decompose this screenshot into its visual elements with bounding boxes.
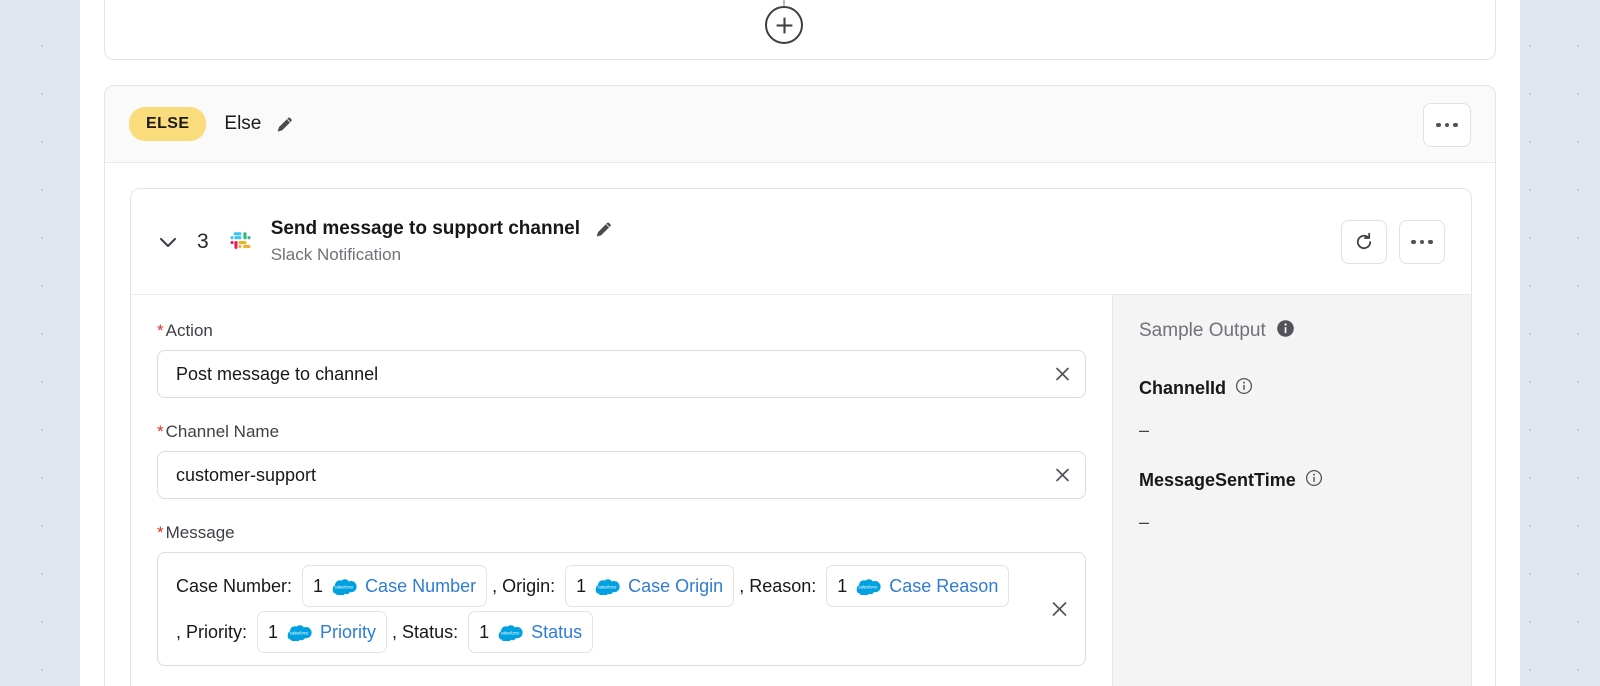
action-header-buttons	[1341, 220, 1445, 264]
field-message: *Message Case Number: 1 salesforce Case Nu…	[157, 523, 1086, 666]
pencil-icon[interactable]	[594, 219, 614, 239]
info-icon[interactable]	[1276, 319, 1295, 343]
refresh-button[interactable]	[1341, 220, 1387, 264]
else-branch-card: ELSE Else	[104, 85, 1496, 686]
message-static-text: , Priority:	[176, 617, 252, 647]
add-step-button[interactable]	[765, 6, 803, 44]
action-select-input[interactable]: Post message to channel	[157, 350, 1086, 398]
else-branch-header: ELSE Else	[105, 86, 1495, 163]
field-label-action: *Action	[157, 321, 1086, 341]
token-field-name: Priority	[320, 617, 376, 647]
salesforce-icon: salesforce	[331, 578, 357, 595]
output-field-channelid: ChannelId –	[1139, 377, 1445, 441]
action-body: *Action Post message to channel	[131, 295, 1471, 686]
else-branch-label: Else	[224, 113, 261, 135]
output-field-messagesenttime: MessageSentTime –	[1139, 469, 1445, 533]
channel-name-value: customer-support	[176, 465, 316, 486]
action-select-value: Post message to channel	[176, 364, 378, 385]
svg-text:salesforce: salesforce	[598, 584, 617, 589]
token-step-number: 1	[313, 571, 323, 601]
message-token-pill[interactable]: 1 salesforce Case Reason	[826, 565, 1009, 607]
token-field-name: Status	[531, 617, 582, 647]
token-field-name: Case Number	[365, 571, 476, 601]
field-label-message: *Message	[157, 523, 1086, 543]
sample-output-header: Sample Output	[1139, 319, 1445, 343]
action-form-pane: *Action Post message to channel	[131, 295, 1113, 686]
info-icon[interactable]	[1235, 377, 1253, 400]
clear-action-icon[interactable]	[1054, 366, 1071, 383]
action-more-options-button[interactable]	[1399, 220, 1445, 264]
token-step-number: 1	[479, 617, 489, 647]
more-dots-icon	[1436, 123, 1458, 128]
message-token-pill[interactable]: 1 salesforce Case Number	[302, 565, 487, 607]
action-title-group: Send message to support channel Slack No…	[271, 218, 614, 265]
token-step-number: 1	[576, 571, 586, 601]
info-icon[interactable]	[1305, 469, 1323, 492]
step-number: 3	[197, 230, 209, 254]
pencil-icon[interactable]	[275, 114, 295, 134]
svg-text:salesforce: salesforce	[335, 584, 354, 589]
message-token-pill[interactable]: 1 salesforce Case Origin	[565, 565, 734, 607]
output-field-value: –	[1139, 512, 1445, 533]
token-step-number: 1	[268, 617, 278, 647]
token-step-number: 1	[837, 571, 847, 601]
else-badge[interactable]: ELSE	[129, 107, 206, 141]
plus-icon	[775, 16, 794, 35]
action-step-header: 3	[131, 189, 1471, 295]
clear-channel-name-icon[interactable]	[1054, 467, 1071, 484]
chevron-down-icon[interactable]	[157, 231, 179, 253]
token-field-name: Case Origin	[628, 571, 723, 601]
token-field-name: Case Reason	[889, 571, 998, 601]
message-token-pill[interactable]: 1 salesforce Status	[468, 611, 593, 653]
action-subtitle: Slack Notification	[271, 245, 614, 265]
svg-text:salesforce: salesforce	[290, 630, 309, 635]
slack-icon	[227, 228, 255, 256]
action-title: Send message to support channel	[271, 218, 580, 240]
message-token-pill[interactable]: 1 salesforce Priority	[257, 611, 387, 653]
sample-output-title: Sample Output	[1139, 320, 1266, 342]
sample-output-pane: Sample Output ChannelId	[1113, 295, 1471, 686]
message-static-text: Case Number:	[176, 571, 297, 601]
output-field-name: ChannelId	[1139, 378, 1226, 399]
message-static-text: , Reason:	[739, 571, 821, 601]
message-input[interactable]: Case Number: 1 salesforce Case Number , Ori…	[157, 552, 1086, 666]
more-dots-icon	[1411, 240, 1433, 245]
required-marker: *	[157, 422, 164, 441]
field-channel-name: *Channel Name customer-support	[157, 422, 1086, 499]
salesforce-icon: salesforce	[497, 624, 523, 641]
workflow-canvas: ELSE Else	[80, 0, 1520, 686]
output-field-value: –	[1139, 420, 1445, 441]
salesforce-icon: salesforce	[286, 624, 312, 641]
salesforce-icon: salesforce	[855, 578, 881, 595]
channel-name-input[interactable]: customer-support	[157, 451, 1086, 499]
field-label-channel-name: *Channel Name	[157, 422, 1086, 442]
required-marker: *	[157, 523, 164, 542]
refresh-icon	[1354, 232, 1374, 252]
clear-message-icon[interactable]	[1050, 600, 1069, 619]
svg-text:salesforce: salesforce	[501, 630, 520, 635]
action-step-card: 3	[130, 188, 1472, 686]
message-static-text: , Status:	[392, 617, 463, 647]
output-field-name: MessageSentTime	[1139, 470, 1296, 491]
message-static-text: , Origin:	[492, 571, 560, 601]
svg-text:salesforce: salesforce	[859, 584, 878, 589]
field-action: *Action Post message to channel	[157, 321, 1086, 398]
salesforce-icon: salesforce	[594, 578, 620, 595]
required-marker: *	[157, 321, 164, 340]
else-more-options-button[interactable]	[1423, 103, 1471, 147]
